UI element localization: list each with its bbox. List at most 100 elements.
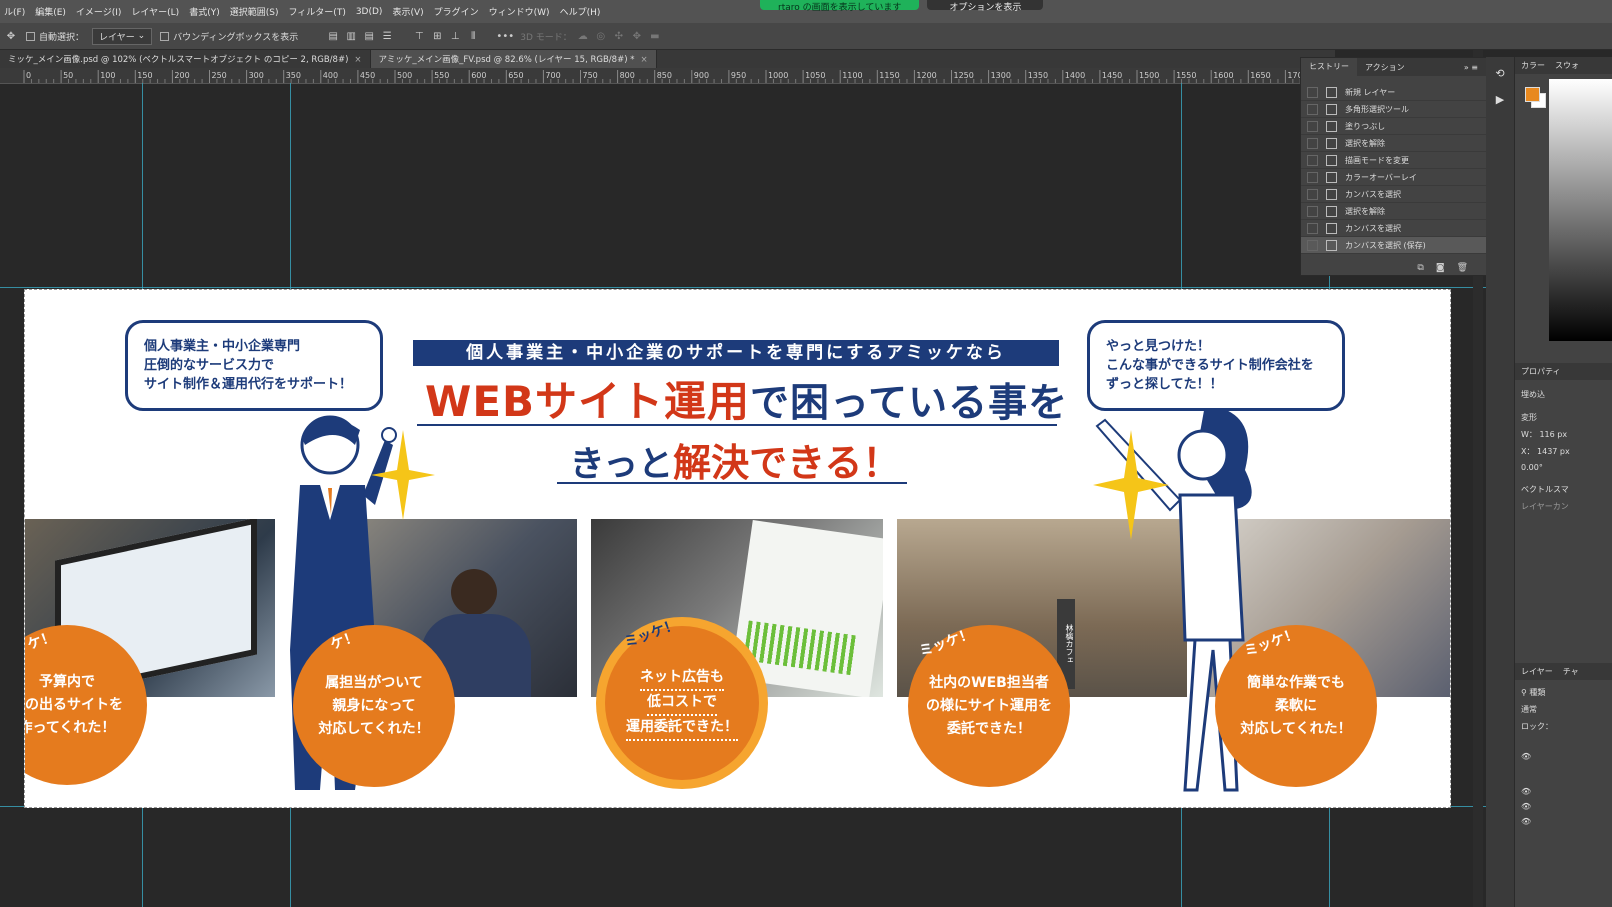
history-state[interactable]: カンバスを選択	[1301, 220, 1486, 237]
tab-layers[interactable]: レイヤー	[1521, 666, 1553, 677]
menu-item[interactable]: ル(F)	[4, 5, 25, 18]
person-head	[451, 569, 497, 615]
align-bottom-icon[interactable]: ⊥	[448, 30, 462, 42]
history-brush-source-checkbox[interactable]	[1307, 154, 1318, 166]
3d-orbit-icon[interactable]: ☁	[576, 30, 590, 42]
document-tab-1[interactable]: ミッケ_メイン画像.psd @ 102% (ベクトルスマートオブジェクト のコピ…	[0, 50, 371, 68]
history-state[interactable]: カラーオーバーレイ	[1301, 169, 1486, 186]
history-state[interactable]: カンバスを選択	[1301, 186, 1486, 203]
layer-kind-filter[interactable]: ⚲ 種類	[1515, 684, 1612, 701]
auto-select-checkbox[interactable]	[26, 31, 35, 41]
bounding-box-option[interactable]: バウンディングボックスを表示	[160, 30, 298, 43]
menu-item[interactable]: 書式(Y)	[189, 5, 220, 18]
history-state[interactable]: 選択を解除	[1301, 135, 1486, 152]
align-middle-icon[interactable]: ⊞	[430, 30, 444, 42]
menu-item[interactable]: 選択範囲(S)	[230, 5, 279, 18]
panel-menu-icon[interactable]: » ≡	[1456, 63, 1486, 72]
menu-item[interactable]: プラグイン	[434, 5, 479, 18]
history-brush-source-checkbox[interactable]	[1307, 137, 1318, 149]
new-document-from-state-icon[interactable]: ⧉	[1417, 263, 1423, 273]
benefit-circle-2: 属担当がついて 親身になって 対応してくれた！	[293, 625, 455, 787]
menu-item[interactable]: ウィンドウ(W)	[489, 5, 550, 18]
close-tab-icon[interactable]: ×	[354, 55, 361, 65]
benefit-circle-5: 簡単な作業でも 柔軟に 対応してくれた！	[1215, 625, 1377, 787]
menu-item[interactable]: 3D(D)	[356, 7, 383, 17]
x-field[interactable]: X： 1437 px	[1515, 443, 1612, 460]
history-state-label: 塗りつぶし	[1345, 121, 1386, 131]
history-brush-source-checkbox[interactable]	[1307, 120, 1318, 132]
layers-panel-tabs: レイヤー チャ	[1515, 663, 1612, 680]
snapshot-camera-icon[interactable]: ◙	[1436, 263, 1445, 273]
layer-visibility-eye-icon[interactable]: 👁	[1515, 749, 1612, 764]
distribute-vertical-icon[interactable]: ⫴	[466, 30, 480, 42]
width-field[interactable]: W： 116 px	[1515, 426, 1612, 443]
menu-item[interactable]: フィルター(T)	[288, 5, 345, 18]
layer-visibility-eye-icon[interactable]: 👁	[1515, 799, 1612, 814]
align-left-icon[interactable]: ▤	[326, 30, 340, 42]
document-canvas[interactable]: 林檎カフェ 個人事業主・中小企業のサポートを専門にするアミッケなら WEBサイト…	[24, 289, 1451, 808]
history-brush-source-checkbox[interactable]	[1307, 222, 1318, 234]
close-tab-icon[interactable]: ×	[640, 55, 647, 65]
history-brush-source-checkbox[interactable]	[1307, 103, 1318, 115]
tab-swatches[interactable]: スウォ	[1555, 60, 1579, 71]
3d-roll-icon[interactable]: ◎	[594, 30, 608, 42]
tab-channels[interactable]: チャ	[1563, 666, 1579, 677]
trash-icon[interactable]: 🗑	[1457, 263, 1468, 273]
menu-item[interactable]: レイヤー(L)	[131, 5, 179, 18]
layer-visibility-eye-icon[interactable]: 👁	[1515, 814, 1612, 829]
menu-item[interactable]: ヘルプ(H)	[560, 5, 601, 18]
ruler-label: 1250	[954, 71, 974, 80]
blend-mode-select[interactable]: 通常	[1515, 701, 1612, 718]
ruler-label: 400	[323, 71, 338, 80]
align-center-icon[interactable]: ▥	[344, 30, 358, 42]
screen-share-status: rtaro の画面を表示しています	[760, 0, 920, 13]
color-picker-field[interactable]	[1549, 79, 1612, 341]
ruler-label: 800	[620, 71, 635, 80]
menu-item[interactable]: 編集(E)	[35, 5, 66, 18]
actions-play-icon[interactable]: ▶	[1491, 91, 1509, 109]
screen-share-options[interactable]: オプションを表示	[927, 0, 1044, 13]
horizontal-ruler[interactable]: 0 50 100 150 200 250 300 350 400 450 500 550 600 650 7…	[0, 68, 1335, 84]
history-brush-source-checkbox[interactable]	[1307, 171, 1318, 183]
auto-select-option[interactable]: 自動選択：	[26, 30, 84, 43]
search-icon: ⚲	[1521, 688, 1527, 697]
bounding-box-checkbox[interactable]	[160, 31, 170, 41]
layer-comp-button[interactable]: レイヤーカン	[1515, 498, 1612, 515]
3d-drag-icon[interactable]: ✣	[612, 30, 626, 42]
embed-button[interactable]: 埋め込	[1515, 386, 1612, 403]
tab-history[interactable]: ヒストリー	[1301, 58, 1357, 76]
move-tool-icon[interactable]: ✥	[4, 30, 18, 42]
angle-field[interactable]: 0.00°	[1515, 460, 1612, 475]
history-state[interactable]: 新規 レイヤー	[1301, 84, 1486, 101]
history-state[interactable]: 描画モードを変更	[1301, 152, 1486, 169]
history-state-icon	[1326, 239, 1337, 251]
history-state[interactable]: 多角形選択ツール	[1301, 101, 1486, 118]
layer-visibility-eye-icon[interactable]: 👁	[1515, 784, 1612, 799]
layer-select-dropdown[interactable]: レイヤー ⌄	[92, 27, 153, 45]
history-state[interactable]: 選択を解除	[1301, 203, 1486, 220]
more-options-icon[interactable]: •••	[496, 30, 514, 42]
history-state[interactable]: 塗りつぶし	[1301, 118, 1486, 135]
guide-horizontal[interactable]	[0, 287, 1510, 288]
3d-camera-icon[interactable]: ▬	[648, 30, 662, 42]
history-brush-source-checkbox[interactable]	[1307, 86, 1318, 98]
foreground-color-swatch[interactable]	[1525, 87, 1540, 102]
history-state[interactable]: カンバスを選択 (保存)	[1301, 237, 1486, 254]
tab-color[interactable]: カラー	[1521, 60, 1545, 71]
history-brush-source-checkbox[interactable]	[1307, 188, 1318, 200]
3d-slide-icon[interactable]: ✥	[630, 30, 644, 42]
align-right-icon[interactable]: ▤	[362, 30, 376, 42]
history-brush-source-checkbox[interactable]	[1307, 239, 1318, 251]
menu-item[interactable]: 表示(V)	[392, 5, 423, 18]
menu-item[interactable]: イメージ(I)	[76, 5, 122, 18]
history-brush-source-checkbox[interactable]	[1307, 205, 1318, 217]
color-panel-tabs: カラー スウォ	[1515, 57, 1612, 74]
history-panel-icon[interactable]: ⟲	[1491, 65, 1509, 83]
history-state-label: カラーオーバーレイ	[1345, 172, 1417, 182]
tab-properties[interactable]: プロパティ	[1515, 363, 1612, 380]
distribute-icon[interactable]: ☰	[380, 30, 394, 42]
tab-actions[interactable]: アクション	[1357, 62, 1413, 73]
document-tab-2[interactable]: アミッケ_メイン画像_FV.psd @ 82.6% (レイヤー 15, RGB/…	[370, 50, 657, 68]
align-top-icon[interactable]: ⊤	[412, 30, 426, 42]
subheadline-underline	[557, 482, 907, 484]
